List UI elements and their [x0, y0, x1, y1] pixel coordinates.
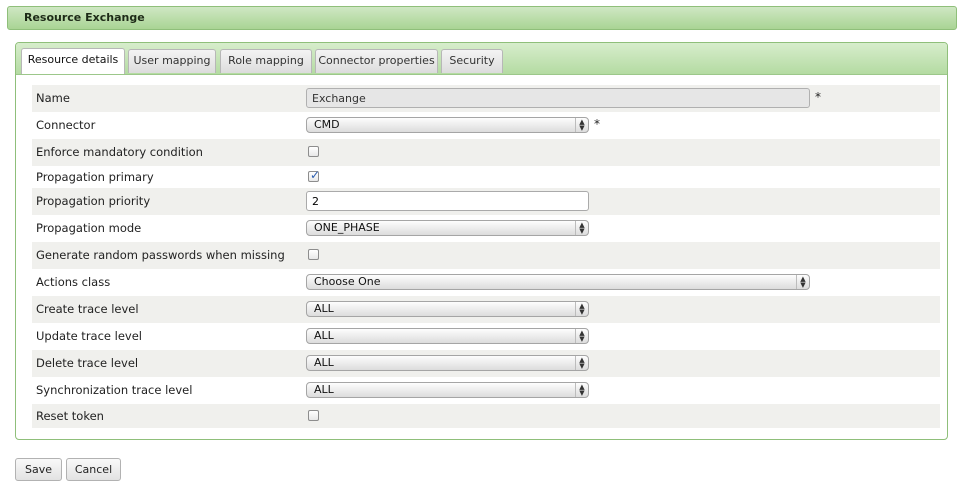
updown-arrows-icon: ▲ ▼ — [575, 383, 588, 397]
form-row-update-trace: Update trace level ALL ▲ ▼ — [32, 323, 940, 350]
propagation-primary-label: Propagation primary — [36, 170, 154, 184]
generate-passwords-checkbox[interactable] — [308, 249, 319, 260]
propagation-mode-select[interactable]: ONE_PHASE ▲ ▼ — [306, 220, 589, 236]
reset-token-label: Reset token — [36, 409, 104, 423]
updown-arrows-icon: ▲ ▼ — [575, 356, 588, 370]
form-row-generate-passwords: Generate random passwords when missing — [32, 242, 940, 269]
tab-user-mapping[interactable]: User mapping — [128, 49, 216, 73]
connector-required-marker: * — [594, 117, 600, 131]
delete-trace-label: Delete trace level — [36, 356, 139, 370]
tab-security[interactable]: Security — [441, 49, 503, 73]
tab-role-mapping[interactable]: Role mapping — [220, 49, 312, 73]
updown-arrows-icon: ▲ ▼ — [796, 275, 809, 289]
update-trace-label: Update trace level — [36, 329, 142, 343]
check-icon: ✓ — [310, 168, 321, 182]
form-row-actions-class: Actions class Choose One ▲ ▼ — [32, 269, 940, 296]
form-row-propagation-mode: Propagation mode ONE_PHASE ▲ ▼ — [32, 215, 940, 242]
connector-label: Connector — [36, 118, 96, 132]
actions-class-value: Choose One — [314, 275, 381, 288]
update-trace-select[interactable]: ALL ▲ ▼ — [306, 328, 589, 344]
sync-trace-select[interactable]: ALL ▲ ▼ — [306, 382, 589, 398]
create-trace-value: ALL — [314, 302, 334, 315]
create-trace-select[interactable]: ALL ▲ ▼ — [306, 301, 589, 317]
updown-arrows-icon: ▲ ▼ — [575, 302, 588, 316]
name-input[interactable] — [306, 88, 810, 108]
propagation-priority-input[interactable] — [306, 191, 589, 211]
form-row-connector: Connector CMD ▲ ▼ * — [32, 112, 940, 139]
sync-trace-value: ALL — [314, 383, 334, 396]
enforce-mandatory-label: Enforce mandatory condition — [36, 145, 203, 159]
actions-class-label: Actions class — [36, 275, 111, 289]
generate-passwords-label: Generate random passwords when missing — [36, 248, 285, 262]
sync-trace-label: Synchronization trace level — [36, 383, 193, 397]
form-row-create-trace: Create trace level ALL ▲ ▼ — [32, 296, 940, 323]
connector-select-value: CMD — [314, 118, 340, 131]
updown-arrows-icon: ▲ ▼ — [575, 221, 588, 235]
updown-arrows-icon: ▲ ▼ — [575, 118, 588, 132]
propagation-mode-value: ONE_PHASE — [314, 221, 380, 234]
form-rows: Name * Connector CMD ▲▼ * Enforce mandat… — [32, 85, 940, 428]
connector-select[interactable]: CMD ▲ ▼ — [306, 117, 589, 133]
delete-trace-value: ALL — [314, 356, 334, 369]
form-row-enforce-mandatory: Enforce mandatory condition — [32, 139, 940, 166]
delete-trace-select[interactable]: ALL ▲ ▼ — [306, 355, 589, 371]
reset-token-checkbox[interactable] — [308, 410, 319, 421]
update-trace-value: ALL — [314, 329, 334, 342]
form-row-propagation-priority: Propagation priority — [32, 188, 940, 215]
form-row-propagation-primary: Propagation primary ✓ — [32, 166, 940, 188]
form-row-sync-trace: Synchronization trace level ALL ▲ ▼ — [32, 377, 940, 404]
name-required-marker: * — [815, 90, 821, 104]
updown-arrows-icon: ▲ ▼ — [575, 329, 588, 343]
propagation-mode-label: Propagation mode — [36, 221, 142, 235]
name-label: Name — [36, 91, 70, 105]
propagation-priority-label: Propagation priority — [36, 194, 151, 208]
form-row-name: Name * — [32, 85, 940, 112]
tab-connector-properties[interactable]: Connector properties — [315, 49, 438, 73]
save-button[interactable]: Save — [15, 458, 62, 481]
window-title: Resource Exchange — [7, 6, 957, 30]
tab-bar: Resource details User mapping Role mappi… — [16, 43, 947, 75]
propagation-primary-checkbox[interactable]: ✓ — [308, 168, 321, 182]
tab-resource-details[interactable]: Resource details — [21, 48, 125, 74]
resource-panel: Resource details User mapping Role mappi… — [15, 42, 948, 440]
cancel-button[interactable]: Cancel — [66, 458, 121, 481]
create-trace-label: Create trace level — [36, 302, 139, 316]
actions-class-select[interactable]: Choose One ▲ ▼ — [306, 274, 810, 290]
enforce-mandatory-checkbox[interactable] — [308, 146, 319, 157]
form-row-delete-trace: Delete trace level ALL ▲ ▼ — [32, 350, 940, 377]
form-row-reset-token: Reset token — [32, 404, 940, 428]
